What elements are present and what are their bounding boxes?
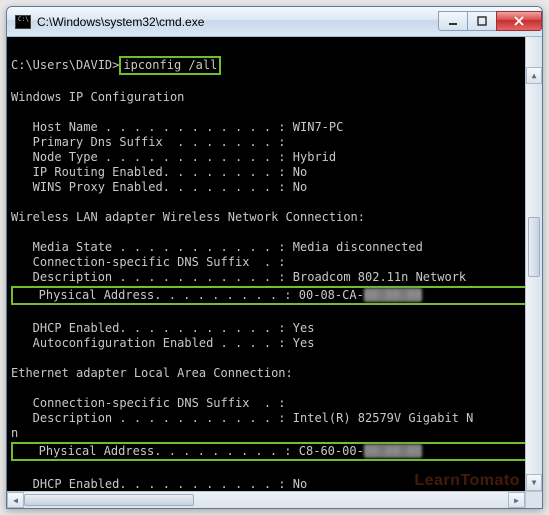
wlan-media-state: Media State . . . . . . . . . . . : Medi… (11, 240, 423, 254)
horizontal-scrollbar[interactable]: ◀ ▶ (7, 491, 525, 508)
window-controls (439, 11, 542, 31)
section-header: Windows IP Configuration (11, 90, 184, 104)
minimize-button[interactable] (438, 11, 468, 31)
node-type-row: Node Type . . . . . . . . . . . . : Hybr… (11, 150, 336, 164)
wlan-dns-suffix: Connection-specific DNS Suffix . : (11, 255, 286, 269)
eth-physical-address-highlight: Physical Address. . . . . . . . . : C8-6… (11, 442, 538, 461)
eth-title: Ethernet adapter Local Area Connection: (11, 366, 293, 380)
scroll-track-h[interactable] (194, 492, 508, 508)
cmd-icon: C:\ (15, 15, 31, 29)
eth-dns-suffix: Connection-specific DNS Suffix . : (11, 396, 286, 410)
close-button[interactable] (496, 11, 542, 31)
command-highlight: ipconfig /all (119, 56, 221, 75)
wlan-physical-address-highlight: Physical Address. . . . . . . . . : 00-0… (11, 286, 538, 305)
scroll-thumb-h[interactable] (24, 494, 194, 506)
scroll-down-button[interactable]: ▼ (526, 474, 542, 491)
eth-dhcp: DHCP Enabled. . . . . . . . . . . : No (11, 477, 307, 491)
window-title: C:\Windows\system32\cmd.exe (37, 15, 439, 29)
eth-desc-overflow: n (11, 426, 18, 440)
host-name-row: Host Name . . . . . . . . . . . . : WIN7… (11, 120, 343, 134)
wlan-dhcp: DHCP Enabled. . . . . . . . . . . : Yes (11, 321, 314, 335)
scroll-left-button[interactable]: ◀ (7, 492, 24, 508)
console-output[interactable]: C:\Users\DAVID>ipconfig /all Windows IP … (7, 37, 542, 508)
scroll-up-button[interactable]: ▲ (526, 67, 542, 84)
titlebar[interactable]: C:\ C:\Windows\system32\cmd.exe (7, 7, 542, 37)
prompt-path: C:\Users\DAVID> (11, 58, 119, 72)
wlan-autoconfig: Autoconfiguration Enabled . . . . : Yes (11, 336, 314, 350)
scroll-right-button[interactable]: ▶ (508, 492, 525, 508)
wlan-title: Wireless LAN adapter Wireless Network Co… (11, 210, 365, 224)
primary-dns-row: Primary Dns Suffix . . . . . . . : (11, 135, 286, 149)
vertical-scrollbar[interactable]: ▲ ▼ (525, 37, 542, 491)
ip-routing-row: IP Routing Enabled. . . . . . . . : No (11, 165, 307, 179)
scrollbar-corner (525, 491, 542, 508)
cmd-window: C:\ C:\Windows\system32\cmd.exe C:\Users… (6, 6, 543, 509)
maximize-button[interactable] (467, 11, 497, 31)
wlan-description: Description . . . . . . . . . . . : Broa… (11, 270, 466, 284)
eth-description: Description . . . . . . . . . . . : Inte… (11, 411, 473, 425)
scroll-thumb-v[interactable] (528, 217, 540, 277)
wins-proxy-row: WINS Proxy Enabled. . . . . . . . : No (11, 180, 307, 194)
watermark: LearnTomato (414, 473, 520, 488)
